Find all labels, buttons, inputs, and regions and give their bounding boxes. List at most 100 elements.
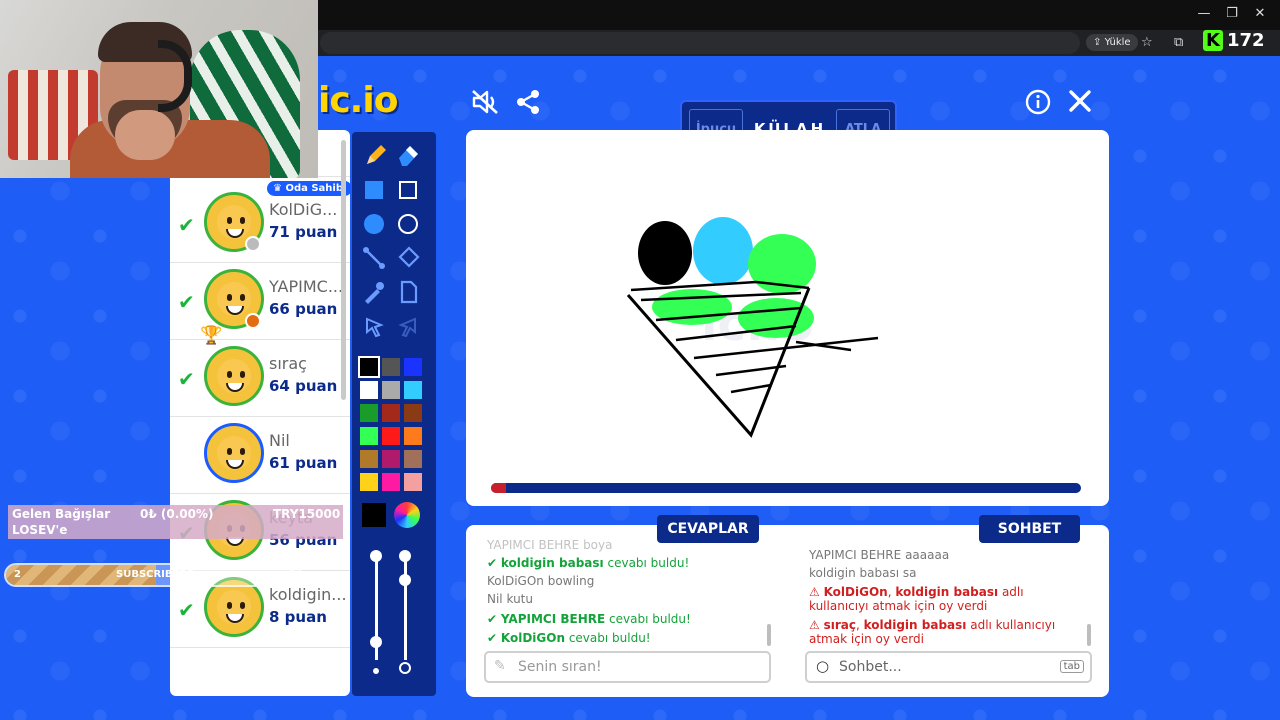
color-swatch[interactable]	[404, 381, 422, 399]
kick-vote-alert: ⚠ sıraç, koldigin babası adlı kullanıcıy…	[809, 618, 1056, 646]
color-wheel-icon[interactable]	[394, 502, 420, 528]
answer-input[interactable]: ✎ Senin sıran!	[484, 651, 771, 683]
checkmark-icon: ✔	[487, 556, 501, 570]
color-swatch[interactable]	[404, 473, 422, 491]
color-swatch[interactable]	[360, 473, 378, 491]
tab-chat[interactable]: SOHBET	[979, 515, 1080, 543]
target-name: koldigin babası	[895, 585, 999, 599]
line-tool-icon[interactable]	[359, 243, 389, 273]
color-swatch[interactable]	[382, 450, 400, 468]
eyedropper-icon[interactable]	[359, 277, 389, 307]
minimize-icon[interactable]: —	[1192, 6, 1216, 21]
close-window-icon[interactable]: ✕	[1248, 6, 1272, 21]
close-icon[interactable]	[1067, 88, 1093, 114]
color-swatch[interactable]	[360, 427, 378, 445]
filled-circle-icon[interactable]	[359, 209, 389, 239]
upload-chip[interactable]: ⇪ Yükle	[1086, 34, 1138, 51]
message-text: cevabı buldu!	[609, 612, 691, 626]
color-swatch[interactable]	[360, 450, 378, 468]
color-swatch[interactable]	[360, 381, 378, 399]
extensions-icon[interactable]: ⧉	[1174, 35, 1183, 50]
color-swatch[interactable]	[360, 404, 378, 422]
chat-input-placeholder: Sohbet...	[839, 659, 902, 675]
clear-page-icon[interactable]	[393, 277, 423, 307]
address-bar[interactable]	[320, 32, 1080, 54]
message-text: sa	[902, 566, 917, 580]
checkmark-icon: ✔	[487, 612, 501, 626]
player-score: 71 puan	[269, 223, 338, 241]
avatar	[204, 346, 264, 406]
color-swatch[interactable]	[404, 404, 422, 422]
status-dot	[245, 313, 261, 329]
message-text: bowling	[547, 574, 595, 588]
eraser-icon[interactable]	[393, 140, 423, 170]
color-swatch[interactable]	[358, 356, 380, 378]
room-owner-badge: ♛ Oda Sahibi	[267, 181, 353, 196]
player-name: Nil	[269, 431, 290, 450]
drawing: ic.io	[626, 217, 879, 438]
sound-muted-icon[interactable]	[470, 88, 500, 116]
webcam-overlay	[0, 0, 318, 178]
player-list: …an✔KolDiG...71 puan✔YAPIMC...66 puan✔sı…	[170, 130, 350, 696]
chat-scrollbar[interactable]	[1087, 624, 1091, 646]
pencil-icon[interactable]	[359, 140, 389, 170]
trophy-icon: 🏆	[200, 325, 223, 346]
chat-input[interactable]: ○ Sohbet... tab	[805, 651, 1092, 683]
answer-message: ✔ koldigin babası cevabı buldu!	[487, 556, 689, 570]
player-row[interactable]: ✔ YAPIMC... 66 puan	[170, 263, 350, 340]
answer-input-placeholder: Senin sıran!	[518, 659, 602, 675]
drawing-canvas[interactable]: ic.io	[466, 130, 1109, 506]
webcam-person-hand	[115, 110, 175, 160]
target-name: koldigin babası	[863, 618, 967, 632]
color-swatch[interactable]	[382, 381, 400, 399]
fill-bucket-icon[interactable]	[393, 243, 423, 273]
color-swatch[interactable]	[404, 358, 422, 376]
subs-label: SUBSCRIBERS	[116, 569, 195, 580]
message-text: cevabı buldu!	[607, 556, 690, 570]
brush-size-knob[interactable]	[370, 636, 382, 648]
donation-goal: TRY15000	[273, 507, 341, 521]
color-swatch[interactable]	[382, 427, 400, 445]
donation-title: Gelen Bağışlar	[12, 507, 111, 521]
undo-icon[interactable]	[359, 311, 389, 341]
outline-circle-icon[interactable]	[393, 209, 423, 239]
filled-square-icon[interactable]	[359, 175, 389, 205]
player-list-scrollbar[interactable]	[341, 140, 346, 400]
game-logo: ic.io	[318, 80, 398, 121]
color-swatch[interactable]	[382, 404, 400, 422]
tab-answers[interactable]: CEVAPLAR	[657, 515, 759, 543]
color-swatch[interactable]	[382, 358, 400, 376]
subs-current: 2	[14, 569, 21, 580]
current-color-swatch[interactable]	[362, 503, 386, 527]
restore-icon[interactable]: ❐	[1220, 6, 1244, 21]
message-text: kutu	[506, 592, 533, 606]
opacity-knob[interactable]	[399, 574, 411, 586]
answer-message: ✔ YAPIMCI BEHRE cevabı buldu!	[487, 612, 691, 626]
search-icon: ○	[816, 657, 830, 675]
info-icon[interactable]	[1025, 89, 1051, 115]
player-row[interactable]: ✔ KolDiG... 71 puan	[170, 186, 350, 263]
checkmark-icon: ✔	[178, 598, 195, 622]
bookmark-star-icon[interactable]: ☆	[1141, 35, 1153, 50]
answer-message: KolDiGOn bowling	[487, 574, 594, 588]
color-swatch[interactable]	[382, 473, 400, 491]
checkmark-icon: ✔	[178, 213, 195, 237]
player-score: 66 puan	[269, 300, 338, 318]
message-user: KolDiGOn	[500, 631, 565, 645]
color-swatch[interactable]	[404, 450, 422, 468]
chat-message: koldigin babası sa	[809, 566, 916, 580]
outline-square-icon[interactable]	[393, 175, 423, 205]
player-row[interactable]: ✔ sıraç 64 puan	[170, 340, 350, 417]
checkmark-icon: ✔	[487, 631, 501, 645]
answers-scrollbar[interactable]	[767, 624, 771, 646]
redo-icon[interactable]	[393, 311, 423, 341]
warning-icon: ⚠	[809, 618, 824, 632]
avatar	[204, 423, 264, 483]
round-timer-bar	[491, 483, 1081, 493]
opacity-large-icon	[399, 662, 411, 674]
share-icon[interactable]	[514, 88, 542, 116]
player-row[interactable]: Nil 61 puan	[170, 417, 350, 494]
message-user: Nil	[487, 592, 503, 606]
color-swatch[interactable]	[404, 427, 422, 445]
status-dot	[245, 236, 261, 252]
